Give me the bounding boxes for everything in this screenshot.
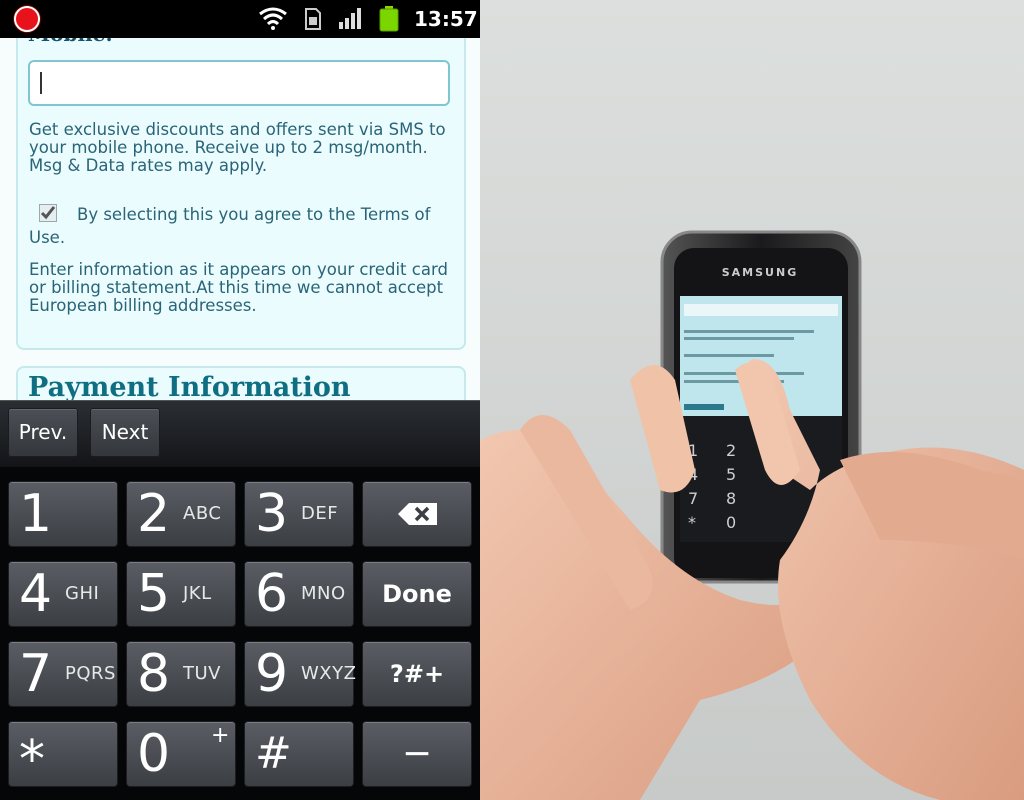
key-letters: TUV [183,663,221,684]
done-key[interactable]: Done [362,561,472,627]
key-plus: + [211,723,230,748]
key-digit: * [19,730,45,790]
key-digit: 9 [255,644,289,704]
terms-text: By selecting this you agree to the Terms… [29,205,431,247]
record-icon [14,6,40,32]
minus-label: − [401,733,433,774]
key-1[interactable]: 1 [8,481,118,547]
key-digit: 5 [137,564,171,624]
backspace-key[interactable] [362,481,472,547]
battery-icon [379,6,399,32]
prev-button[interactable]: Prev. [8,408,78,457]
key-7[interactable]: 7 PQRS [8,641,118,707]
wifi-icon [259,7,287,30]
key-digit: 6 [255,564,289,624]
svg-text:7: 7 [688,489,698,508]
sim-icon [305,8,321,30]
terms-row: By selecting this you agree to the Terms… [29,203,459,249]
svg-text:0: 0 [726,513,736,532]
svg-text:8: 8 [726,489,736,508]
key-9[interactable]: 9 WXYZ [244,641,357,707]
key-digit: # [255,728,292,779]
key-letters: MNO [301,583,346,604]
key-letters: PQRS [65,663,116,684]
symbols-label: ?#+ [389,660,445,688]
key-letters: WXYZ [301,663,357,684]
key-6[interactable]: 6 MNO [244,561,354,627]
payment-title: Payment Information [28,372,351,403]
svg-text:*: * [688,513,696,532]
key-digit: 7 [19,644,53,704]
next-button[interactable]: Next [90,408,160,457]
clock: 13:57 [414,7,478,31]
key-3[interactable]: 3 DEF [244,481,354,547]
key-digit: 0 [137,724,171,784]
text-caret [40,72,42,94]
signal-icon [339,8,361,29]
key-8[interactable]: 8 TUV [126,641,236,707]
minus-key[interactable]: − [362,721,472,787]
hands-holding-phone-illustration: SAMSUNG 12 45 78 *0 [480,230,1024,800]
billing-info-text: Enter information as it appears on your … [29,260,448,315]
key-hash[interactable]: # [244,721,354,787]
key-digit: 8 [137,644,171,704]
terms-checkbox[interactable] [39,204,57,222]
sms-offer-text: Get exclusive discounts and offers sent … [29,120,446,175]
done-label: Done [382,580,452,608]
key-star[interactable]: * [8,721,118,790]
key-digit: 3 [255,484,289,544]
symbols-key[interactable]: ?#+ [362,641,472,707]
svg-text:2: 2 [726,441,736,460]
right-hand [735,359,1024,800]
key-4[interactable]: 4 GHI [8,561,118,627]
key-5[interactable]: 5 JKL [126,561,236,627]
key-letters: ABC [183,503,222,524]
backspace-icon [398,503,437,525]
key-2[interactable]: 2 ABC [126,481,236,547]
key-letters: DEF [301,503,339,524]
mobile-input[interactable] [28,60,450,106]
phone-screen: 13:57 Mobile: Get exclusive discounts an… [0,0,480,800]
svg-text:5: 5 [726,465,736,484]
numeric-keypad: 1 2 ABC 3 DEF 4 GHI 5 JKL 6 MNO Done 7 P… [0,467,480,800]
phone-brand-label: SAMSUNG [722,266,798,279]
status-bar: 13:57 [0,0,480,38]
key-digit: 1 [19,484,53,544]
key-letters: JKL [183,583,212,604]
key-0[interactable]: 0 + [126,721,236,787]
key-letters: GHI [65,583,100,604]
key-digit: 2 [137,484,171,544]
camera-photo: SAMSUNG 12 45 78 *0 [480,0,1024,800]
key-digit: 4 [19,564,53,624]
